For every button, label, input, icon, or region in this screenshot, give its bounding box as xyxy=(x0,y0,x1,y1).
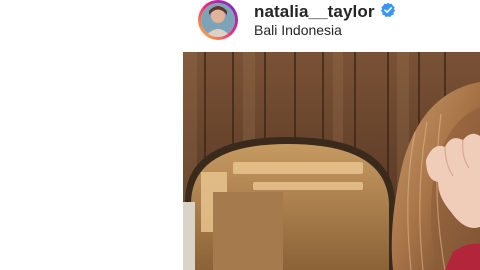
story-ring[interactable] xyxy=(198,0,238,40)
post-photo[interactable] xyxy=(183,52,480,270)
location-link[interactable]: Bali Indonesia xyxy=(254,22,342,38)
avatar[interactable] xyxy=(201,3,235,37)
username-link[interactable]: natalia__taylor xyxy=(254,2,375,22)
username-row: natalia__taylor xyxy=(254,1,396,23)
verified-badge-icon xyxy=(375,2,396,23)
post-header: natalia__taylor Bali Indonesia xyxy=(0,0,480,52)
